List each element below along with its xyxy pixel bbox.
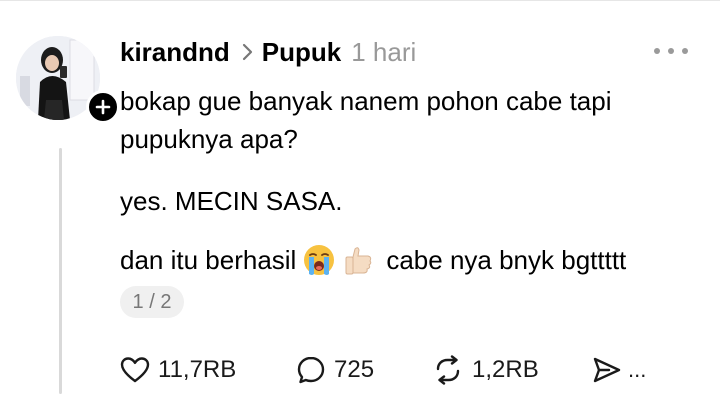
share-more-text: ... [628,357,647,382]
follow-button[interactable] [86,90,120,124]
like-button[interactable]: 11,7RB [120,356,296,384]
avatar-container[interactable] [16,36,120,124]
post-time: 1 hari [351,36,417,67]
thread-line [59,148,62,394]
thumbs-up-icon [342,243,376,277]
like-count: 11,7RB [158,356,237,383]
share-button[interactable]: ... [592,356,646,384]
post-text-line-emoji: dan itu berhasil cabe nya bnyk bgttttt [120,241,626,279]
media-pager-badge: 1 / 2 [120,286,184,318]
post-text-line: bokap gue banyak nanem pohon cabe tapi [120,86,612,116]
reply-count: 725 [334,356,375,383]
loudly-crying-face-icon [302,243,336,277]
more-options-icon[interactable] [654,44,688,58]
username[interactable]: kirandnd [120,37,230,68]
top-divider [0,0,720,1]
post-text-segment: cabe nya bnyk bgttttt [386,245,627,275]
repost-icon [436,355,460,385]
post-text-segment: dan itu berhasil [120,245,297,275]
speech-bubble-icon [297,356,325,384]
reply-button[interactable]: 725 [296,355,432,385]
post-text-line: yes. MECIN SASA. [120,186,343,216]
post-header: kirandnd Pupuk 1 hari [120,34,416,70]
heart-icon [120,357,150,383]
repost-count: 1,2RB [472,356,539,383]
send-icon [593,357,621,383]
post-text-line: pupuknya apa? [120,124,298,154]
plus-icon [95,99,111,115]
topic-tag[interactable]: Pupuk [262,37,341,68]
chevron-right-icon [242,43,254,61]
action-bar: 11,7RB 725 1,2RB ... [120,350,646,390]
repost-button[interactable]: 1,2RB [432,355,592,385]
